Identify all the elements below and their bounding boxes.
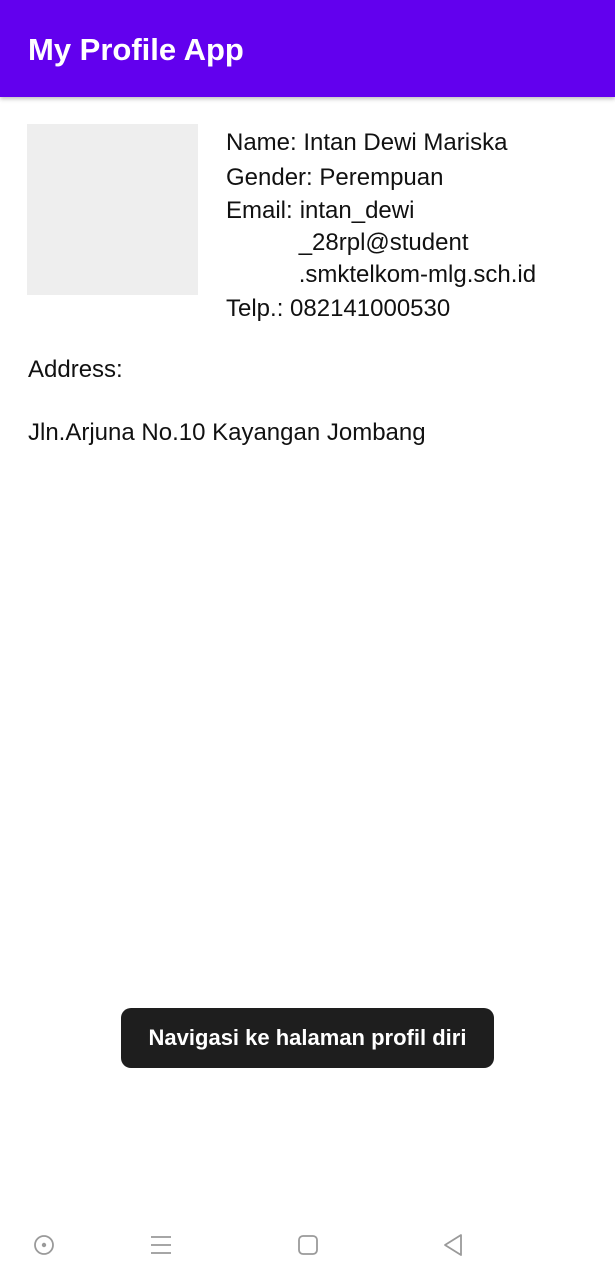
email-line-2: _28rpl@student: [298, 229, 469, 256]
system-navigation-bar: [0, 1210, 615, 1280]
email-value: intan_dewi _28rpl@student .smktelkom-mlg…: [298, 195, 537, 291]
profile-telp: Telp.: 082141000530: [226, 295, 451, 322]
profile-photo: [27, 124, 198, 295]
email-label: Email:: [226, 197, 293, 224]
assistant-icon[interactable]: [29, 1230, 59, 1260]
email-line-1: intan_dewi: [299, 197, 415, 224]
address-value: Jln.Arjuna No.10 Kayangan Jombang: [28, 419, 426, 446]
address-label: Address:: [28, 356, 123, 383]
email-line-3: .smktelkom-mlg.sch.id: [298, 261, 537, 288]
back-icon[interactable]: [438, 1230, 468, 1260]
profile-gender: Gender: Perempuan: [226, 164, 444, 191]
home-icon[interactable]: [293, 1230, 323, 1260]
recent-apps-icon[interactable]: [146, 1230, 176, 1260]
app-bar: My Profile App: [0, 0, 615, 97]
profile-info: Name: Intan Dewi Mariska Gender: Perempu…: [226, 125, 536, 326]
profile-name: Name: Intan Dewi Mariska: [226, 129, 508, 156]
profile-email: Email: intan_dewi _28rpl@student .smktel…: [226, 195, 536, 291]
app-title: My Profile App: [28, 32, 244, 67]
toast-message: Navigasi ke halaman profil diri: [121, 1008, 494, 1068]
